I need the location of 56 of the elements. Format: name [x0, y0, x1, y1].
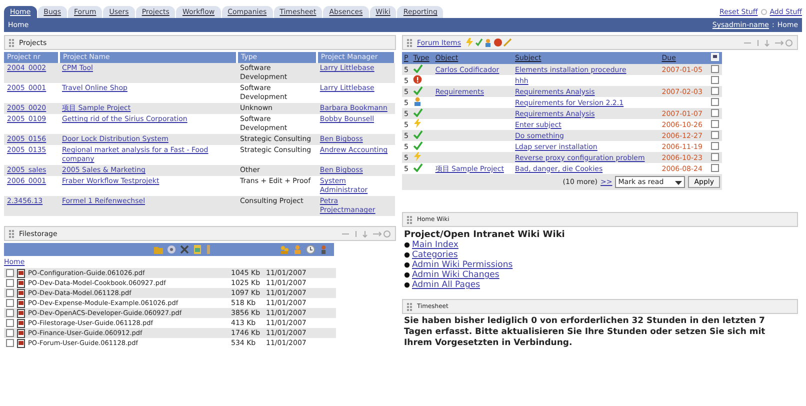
lightning-icon — [413, 152, 422, 161]
checkbox[interactable] — [6, 279, 14, 287]
check-icon — [413, 64, 424, 73]
timesheet-message: Sie haben bisher lediglich 0 von erforderlichen 32 Stunden in den letzten 7 Tagen erfasst. Bitte aktualisieren Sie Ihre Stunden oder setzen Sie sich mit Ihrem Vorgesetzten in Verbindung. — [403, 315, 766, 350]
checkbox[interactable] — [6, 269, 14, 277]
bullet-icon — [404, 272, 410, 278]
circle-icon — [760, 9, 767, 15]
checkbox[interactable] — [710, 120, 719, 128]
checkbox[interactable] — [710, 108, 719, 116]
dropdown-arrow-icon — [675, 178, 682, 186]
checkbox[interactable] — [710, 64, 719, 72]
drag-handle-icon[interactable] — [407, 38, 413, 46]
drag-handle-icon[interactable] — [9, 230, 15, 238]
document-icon[interactable] — [193, 245, 202, 254]
select-all-icon[interactable] — [710, 53, 719, 61]
lightning-icon — [413, 119, 422, 128]
disc-icon[interactable] — [167, 245, 176, 254]
checkbox[interactable] — [710, 76, 719, 84]
checkbox[interactable] — [710, 130, 719, 138]
wiki-link[interactable]: Main Index — [412, 240, 458, 250]
wiki-heading: Project/Open Intranet Wiki Wiki — [404, 230, 566, 240]
checkbox[interactable] — [6, 299, 14, 307]
checkbox[interactable] — [6, 339, 14, 347]
wiki-link[interactable]: Admin Wiki Changes — [412, 270, 500, 280]
checkbox[interactable] — [6, 289, 14, 297]
check-icon — [413, 86, 424, 95]
checkbox[interactable] — [6, 329, 14, 337]
clock-icon[interactable] — [306, 245, 315, 254]
wiki-link[interactable]: Categories — [412, 250, 458, 260]
forum-types-icon — [465, 38, 513, 47]
alert-icon — [413, 75, 422, 84]
panel-controls-icon[interactable] — [743, 38, 793, 46]
drag-handle-icon[interactable] — [407, 216, 413, 224]
bullet-icon — [404, 252, 410, 258]
check-icon — [413, 130, 424, 139]
bullet-icon — [404, 262, 410, 268]
wiki-link[interactable]: Admin Wiki Permissions — [412, 260, 513, 270]
person-icon[interactable] — [319, 245, 328, 254]
checkbox[interactable] — [6, 309, 14, 317]
wiki-link[interactable]: Admin All Pages — [412, 280, 480, 290]
checkbox[interactable] — [710, 152, 719, 160]
drag-handle-icon[interactable] — [407, 302, 413, 310]
checkbox[interactable] — [710, 164, 719, 172]
check-icon — [413, 163, 424, 172]
drag-handle-icon[interactable] — [9, 38, 15, 46]
checkbox[interactable] — [710, 98, 719, 106]
bullet-icon — [404, 282, 410, 288]
check-icon — [413, 108, 424, 117]
bullet-icon — [404, 242, 410, 248]
checkbox[interactable] — [710, 86, 719, 94]
panel-controls-icon[interactable] — [341, 230, 391, 238]
people-icon — [413, 97, 422, 106]
checkbox[interactable] — [710, 142, 719, 150]
checkbox[interactable] — [6, 319, 14, 327]
delete-icon[interactable] — [180, 245, 189, 254]
check-icon — [413, 141, 424, 150]
